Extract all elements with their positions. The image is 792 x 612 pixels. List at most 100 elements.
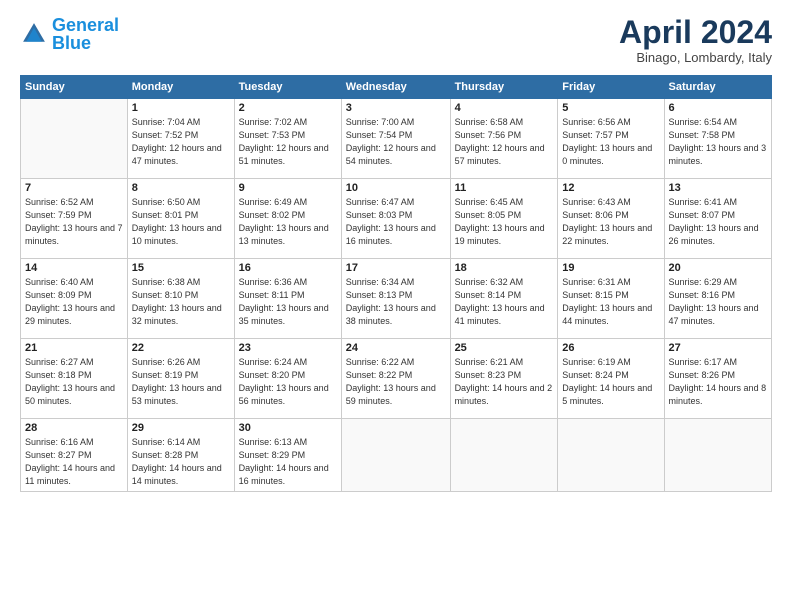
day-number: 23 [239,342,337,354]
sunset-text: Sunset: 8:24 PM [562,370,629,380]
sunrise-text: Sunrise: 6:29 AM [669,277,738,287]
col-sunday: Sunday [21,76,128,99]
sunrise-text: Sunrise: 6:38 AM [132,277,201,287]
logo-icon [20,20,48,48]
table-row: 6Sunrise: 6:54 AMSunset: 7:58 PMDaylight… [664,99,771,179]
table-row: 14 Sunrise: 6:40 AMSunset: 8:09 PMDayligh… [21,259,128,339]
table-row: 8 Sunrise: 6:50 AMSunset: 8:01 PMDaylight… [127,179,234,259]
month-title: April 2024 [619,16,772,48]
day-info: Sunrise: 6:50 AMSunset: 8:01 PMDaylight:… [132,196,230,248]
daylight-text: Daylight: 13 hours and 22 minutes. [562,223,652,246]
table-row: 21 Sunrise: 6:27 AM Sunset: 8:18 PM Dayligh… [21,339,128,419]
logo-text-line2: Blue [52,34,119,52]
table-row: 7 Sunrise: 6:52 AMSunset: 7:59 PMDaylight… [21,179,128,259]
day-number: 16 [239,262,337,274]
col-thursday: Thursday [450,76,558,99]
sunset-text: Sunset: 8:11 PM [239,290,305,300]
logo-text-line1: General [52,16,119,34]
day-info: Sunrise: 6:32 AMSunset: 8:14 PMDaylight:… [455,276,554,328]
day-number: 10 [346,182,446,194]
sunset-text: Sunset: 8:28 PM [132,450,199,460]
day-number: 26 [562,342,659,354]
day-number: 14 [25,262,123,274]
day-number: 22 [132,342,230,354]
daylight-text: Daylight: 13 hours and 26 minutes. [669,223,759,246]
sunset-text: Sunset: 8:15 PM [562,290,629,300]
daylight-text: Daylight: 13 hours and 53 minutes. [132,383,222,406]
day-info: Sunrise: 6:26 AM Sunset: 8:19 PM Daylight:… [132,356,230,408]
col-wednesday: Wednesday [341,76,450,99]
sunset-text: Sunset: 8:05 PM [455,210,522,220]
table-row: 20 Sunrise: 6:29 AMSunset: 8:16 PMDayligh… [664,259,771,339]
table-row [21,99,128,179]
table-row: 5Sunrise: 6:56 AMSunset: 7:57 PMDaylight… [558,99,664,179]
sunrise-text: Sunrise: 6:32 AM [455,277,524,287]
daylight-text: Daylight: 13 hours and 38 minutes. [346,303,436,326]
daylight-text: Daylight: 13 hours and 56 minutes. [239,383,329,406]
day-info: Sunrise: 6:52 AMSunset: 7:59 PMDaylight:… [25,196,123,248]
sunset-text: Sunset: 8:19 PM [132,370,199,380]
day-number: 18 [455,262,554,274]
daylight-text: Daylight: 12 hours and 57 minutes. [455,143,545,166]
daylight-text: Daylight: 13 hours and 50 minutes. [25,383,115,406]
daylight-text: Daylight: 14 hours and 14 minutes. [132,463,222,486]
calendar-table: Sunday Monday Tuesday Wednesday Thursday… [20,75,772,492]
table-row: 30Sunrise: 6:13 AMSunset: 8:29 PMDayligh… [234,419,341,492]
daylight-text: Daylight: 13 hours and 47 minutes. [669,303,759,326]
day-number: 3 [346,102,446,114]
sunset-text: Sunset: 8:22 PM [346,370,413,380]
day-number: 27 [669,342,767,354]
daylight-text: Daylight: 13 hours and 29 minutes. [25,303,115,326]
table-row: 29Sunrise: 6:14 AMSunset: 8:28 PMDayligh… [127,419,234,492]
table-row: 2Sunrise: 7:02 AMSunset: 7:53 PMDaylight… [234,99,341,179]
sunset-text: Sunset: 7:56 PM [455,130,522,140]
logo: General Blue [20,16,119,52]
day-number: 12 [562,182,659,194]
sunset-text: Sunset: 8:26 PM [669,370,736,380]
day-number: 1 [132,102,230,114]
table-row: 13Sunrise: 6:41 AMSunset: 8:07 PMDayligh… [664,179,771,259]
day-number: 24 [346,342,446,354]
sunrise-text: Sunrise: 6:26 AM [132,357,201,367]
calendar-header-row: Sunday Monday Tuesday Wednesday Thursday… [21,76,772,99]
table-row [664,419,771,492]
table-row: 17Sunrise: 6:34 AMSunset: 8:13 PMDayligh… [341,259,450,339]
sunrise-text: Sunrise: 6:27 AM [25,357,94,367]
sunrise-text: Sunrise: 6:22 AM [346,357,415,367]
sunrise-text: Sunrise: 6:45 AM [455,197,524,207]
sunrise-text: Sunrise: 6:43 AM [562,197,631,207]
day-info: Sunrise: 6:27 AM Sunset: 8:18 PM Daylight:… [25,356,123,408]
sunset-text: Sunset: 7:53 PM [239,130,306,140]
day-info: Sunrise: 6:31 AMSunset: 8:15 PMDaylight:… [562,276,659,328]
sunset-text: Sunset: 8:13 PM [346,290,413,300]
day-info: Sunrise: 6:22 AMSunset: 8:22 PMDaylight:… [346,356,446,408]
daylight-text: Daylight: 14 hours and 2 minutes. [455,383,553,406]
table-row: 24Sunrise: 6:22 AMSunset: 8:22 PMDayligh… [341,339,450,419]
day-number: 21 [25,342,123,354]
header: General Blue April 2024 Binago, Lombardy… [20,16,772,65]
day-number: 8 [132,182,230,194]
day-info: Sunrise: 6:19 AMSunset: 8:24 PMDaylight:… [562,356,659,408]
day-info: Sunrise: 6:16 AMSunset: 8:27 PMDaylight:… [25,436,123,488]
day-number: 20 [669,262,767,274]
table-row: 26 Sunrise: 6:19 AMSunset: 8:24 PMDayligh… [558,339,664,419]
table-row: 4Sunrise: 6:58 AMSunset: 7:56 PMDaylight… [450,99,558,179]
day-info: Sunrise: 6:45 AMSunset: 8:05 PMDaylight:… [455,196,554,248]
sunrise-text: Sunrise: 7:02 AM [239,117,308,127]
day-info: Sunrise: 6:29 AMSunset: 8:16 PMDaylight:… [669,276,767,328]
sunset-text: Sunset: 8:18 PM [25,370,92,380]
day-number: 13 [669,182,767,194]
sunrise-text: Sunrise: 6:24 AM [239,357,308,367]
sunrise-text: Sunrise: 7:00 AM [346,117,415,127]
table-row: 23Sunrise: 6:24 AMSunset: 8:20 PMDayligh… [234,339,341,419]
sunrise-text: Sunrise: 6:52 AM [25,197,94,207]
table-row: 12Sunrise: 6:43 AMSunset: 8:06 PMDayligh… [558,179,664,259]
daylight-text: Daylight: 13 hours and 10 minutes. [132,223,222,246]
day-number: 7 [25,182,123,194]
sunrise-text: Sunrise: 6:41 AM [669,197,738,207]
day-info: Sunrise: 6:40 AMSunset: 8:09 PMDaylight:… [25,276,123,328]
day-number: 4 [455,102,554,114]
daylight-text: Daylight: 13 hours and 3 minutes. [669,143,767,166]
sunset-text: Sunset: 7:58 PM [669,130,736,140]
day-number: 6 [669,102,767,114]
